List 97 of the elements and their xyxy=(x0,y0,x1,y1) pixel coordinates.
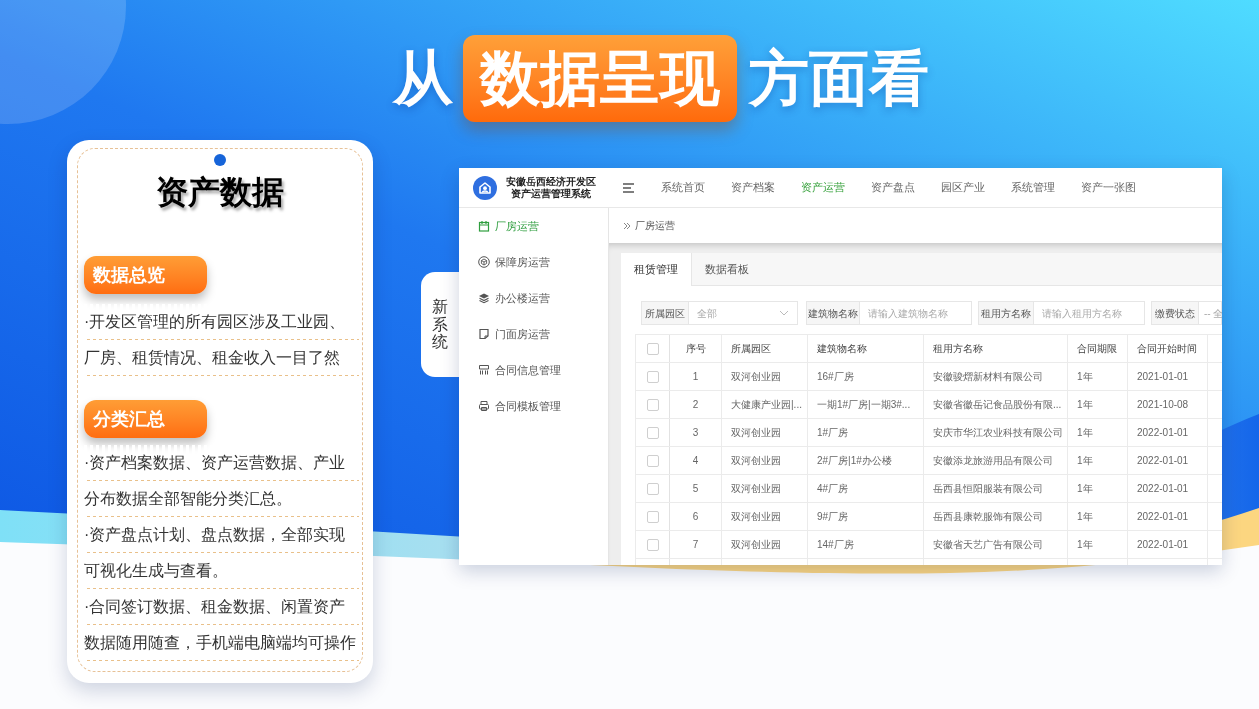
input-field[interactable]: 请输入租用方名称 xyxy=(1034,301,1145,325)
filter-label: 租用方名称 xyxy=(978,301,1034,325)
table-cell: 双河创业园 xyxy=(722,475,808,502)
tab[interactable]: 租赁管理 xyxy=(621,253,692,286)
sidebar-item[interactable]: 门面房运营 xyxy=(459,316,608,352)
nav-item[interactable]: 系统管理 xyxy=(1011,179,1055,196)
table-cell: 大健康产业园|... xyxy=(722,391,808,418)
table-cell: 16#厂房 xyxy=(808,363,924,390)
table-cell: 1#厂房 xyxy=(808,419,924,446)
checkbox[interactable] xyxy=(646,510,659,523)
tab[interactable]: 数据看板 xyxy=(692,253,762,286)
table-cell: 1年 xyxy=(1068,363,1128,390)
card-title: 资产数据 xyxy=(155,174,285,210)
table-cell: 1 xyxy=(670,363,722,390)
table-cell: 1年 xyxy=(1068,503,1128,530)
logo-icon xyxy=(473,175,497,200)
nav-item[interactable]: 资产运营 xyxy=(801,179,845,196)
title-text: 方面看 xyxy=(749,43,929,114)
table-cell: 双河创业园 xyxy=(722,419,808,446)
menu-icon[interactable] xyxy=(623,182,634,193)
table-cell: 6 xyxy=(670,503,722,530)
printer-icon xyxy=(478,400,490,412)
table-cell: 2021-10-08 xyxy=(1128,391,1208,418)
table-cell: 2022-01-01 xyxy=(1128,447,1208,474)
table-cell: 双河创业园 xyxy=(722,531,808,558)
column-header: 合同开始时间 xyxy=(1128,335,1208,362)
table-cell: 2022-01-01 xyxy=(1128,531,1208,558)
table-cell: 9#厂房 xyxy=(808,503,924,530)
table-cell: 安徽添龙旅游用品有限公司 xyxy=(924,447,1068,474)
section-heading: 分类汇总 xyxy=(84,400,207,438)
nav-item[interactable]: 资产档案 xyxy=(731,179,775,196)
table-cell: 1年 xyxy=(1068,447,1128,474)
table-cell: 2021-01-01 xyxy=(1128,363,1208,390)
column-header: 租用方名称 xyxy=(924,335,1068,362)
double-chevron-icon xyxy=(623,221,631,230)
sidebar-item[interactable]: 合同模板管理 xyxy=(459,388,608,424)
checkbox[interactable] xyxy=(646,482,659,495)
sidebar-item[interactable]: 合同信息管理 xyxy=(459,352,608,388)
table-cell: 1年 xyxy=(1068,531,1128,558)
table-cell: 4#厂房 xyxy=(808,475,924,502)
column-header: 合同期限 xyxy=(1068,335,1128,362)
table-cell: 岳西县恒阳服装有限公司 xyxy=(924,475,1068,502)
app-title: 安徽岳西经济开发区 资产运营管理系统 xyxy=(506,175,596,200)
table-cell: 双河创业园 xyxy=(722,363,808,390)
table-cell: 3 xyxy=(670,419,722,446)
checkbox[interactable] xyxy=(646,454,659,467)
sidebar-item[interactable]: 保障房运营 xyxy=(459,244,608,280)
filter-label: 建筑物名称 xyxy=(806,301,860,325)
dot-icon xyxy=(214,154,226,166)
table-cell: 安徽骏熠新材料有限公司 xyxy=(924,363,1068,390)
input-field[interactable]: 请输入建筑物名称 xyxy=(860,301,972,325)
table-cell: 安庆市华江农业科技有限公司 xyxy=(924,419,1068,446)
table-cell: 2022-01-01 xyxy=(1128,475,1208,502)
nav-item[interactable]: 园区产业 xyxy=(941,179,985,196)
table-cell: 2 xyxy=(670,391,722,418)
sidebar-item[interactable]: 厂房运营 xyxy=(459,208,608,244)
checkbox[interactable] xyxy=(646,370,659,383)
checkbox[interactable] xyxy=(646,538,659,551)
table-cell: 2#厂房|1#办公楼 xyxy=(808,447,924,474)
table-cell: 2022-01-01 xyxy=(1128,419,1208,446)
table-cell: 4 xyxy=(670,447,722,474)
table-cell: 2022-01-01 xyxy=(1128,503,1208,530)
column-header: 建筑物名称 xyxy=(808,335,924,362)
sidebar-item[interactable]: 办公楼运营 xyxy=(459,280,608,316)
table-cell: 岳西县康乾服饰有限公司 xyxy=(924,503,1068,530)
checkbox[interactable] xyxy=(646,426,659,439)
table-cell: 1年 xyxy=(1068,391,1128,418)
section-heading: 数据总览 xyxy=(84,256,207,294)
table-cell: 5 xyxy=(670,475,722,502)
table-cell: 1年 xyxy=(1068,475,1128,502)
nav-item[interactable]: 资产盘点 xyxy=(871,179,915,196)
table-cell: 14#厂房 xyxy=(808,531,924,558)
title-text: 从 xyxy=(393,43,453,114)
table-cell: 安徽省徽岳记食品股份有限... xyxy=(924,391,1068,418)
checkbox[interactable] xyxy=(646,398,659,411)
filter-label: 缴费状态 xyxy=(1151,301,1199,325)
chevron-down-icon xyxy=(779,310,789,316)
breadcrumb-text: 厂房运营 xyxy=(635,219,675,233)
vertical-label: 新系统 xyxy=(421,272,459,377)
document-icon xyxy=(478,328,490,340)
box-icon xyxy=(478,256,490,268)
table-cell: 7 xyxy=(670,531,722,558)
grid-icon xyxy=(478,364,490,376)
title-highlight: 数据呈现 xyxy=(463,35,737,122)
table-cell: 双河创业园 xyxy=(722,503,808,530)
table-cell: 安徽省天艺广告有限公司 xyxy=(924,531,1068,558)
filter-label: 所属园区 xyxy=(641,301,689,325)
table-cell: 1年 xyxy=(1068,419,1128,446)
table-cell: 一期1#厂房|一期3#... xyxy=(808,391,924,418)
column-header: 序号 xyxy=(670,335,722,362)
layers-icon xyxy=(478,292,490,304)
calendar-icon xyxy=(478,220,490,232)
checkbox[interactable] xyxy=(646,342,659,355)
nav-item[interactable]: 系统首页 xyxy=(661,179,705,196)
table-cell: 双河创业园 xyxy=(722,447,808,474)
nav-item[interactable]: 资产一张图 xyxy=(1081,179,1136,196)
column-header: 所属园区 xyxy=(722,335,808,362)
